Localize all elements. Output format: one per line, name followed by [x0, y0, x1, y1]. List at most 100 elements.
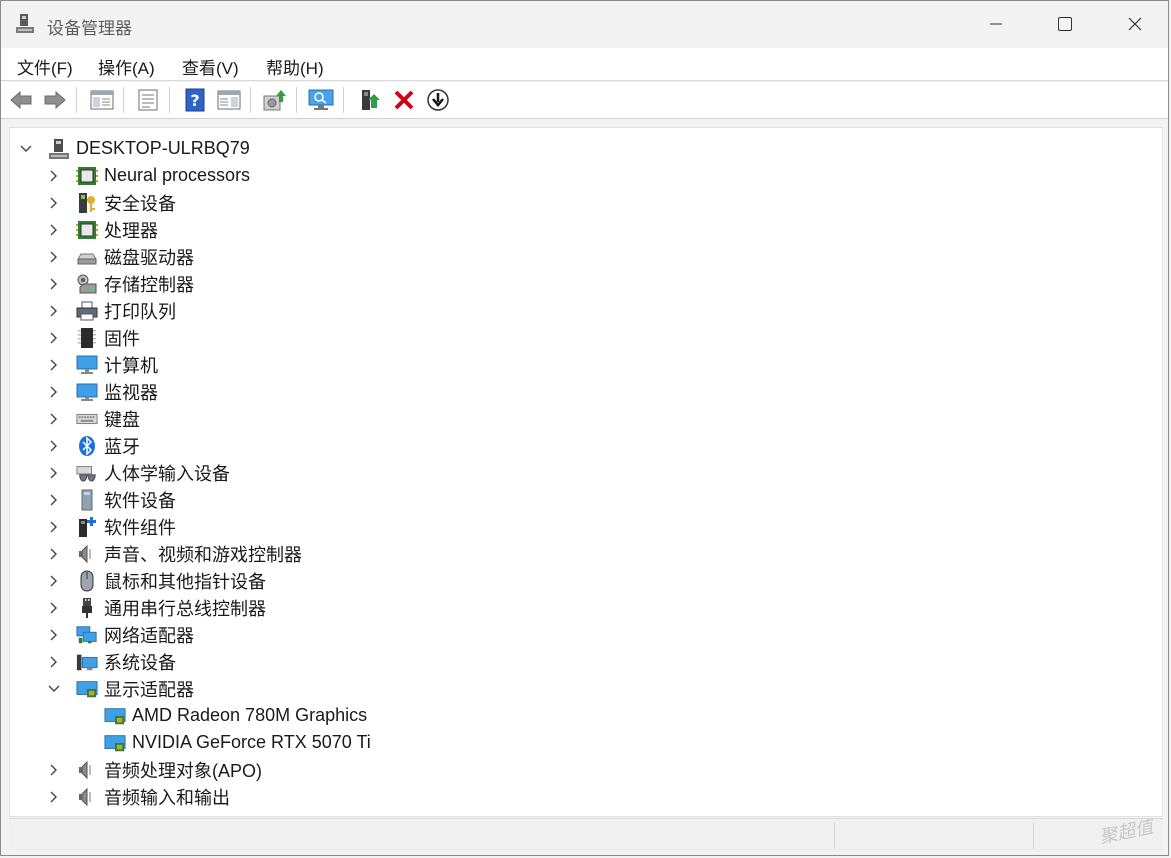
help-icon[interactable]: ?	[181, 86, 209, 114]
monitor-icon	[76, 381, 98, 403]
device-nvidia-geforce[interactable]: NVIDIA GeForce RTX 5070 Ti	[104, 729, 371, 756]
network-adapter-icon	[76, 624, 98, 646]
device-label: AMD Radeon 780M Graphics	[132, 705, 368, 725]
show-hide-console-tree-icon[interactable]	[88, 86, 116, 114]
device-amd-radeon[interactable]: AMD Radeon 780M Graphics	[104, 702, 367, 729]
update-driver-icon[interactable]	[261, 86, 289, 114]
security-device-icon	[76, 192, 98, 214]
device-manager-window: 设备管理器 文件(F) 操作(A) 查看(V) 帮助(H) ? DESKTOP-…	[0, 0, 1169, 856]
menu-help[interactable]: 帮助(H)	[264, 54, 326, 79]
tree-item-bluetooth[interactable]: 蓝牙	[46, 432, 140, 459]
chevron-right-icon[interactable]	[46, 546, 62, 562]
tree-item-storage-controllers[interactable]: 存储控制器	[46, 270, 194, 297]
device-tree: DESKTOP-ULRBQ79 Neural processors 安全设备 处…	[9, 127, 1163, 817]
menu-file[interactable]: 文件(F)	[15, 54, 75, 79]
storage-controller-icon	[76, 273, 98, 295]
tree-item-label: 人体学输入设备	[104, 463, 230, 484]
tree-item-usb-controllers[interactable]: 通用串行总线控制器	[46, 594, 266, 621]
chevron-right-icon[interactable]	[46, 654, 62, 670]
chevron-right-icon[interactable]	[46, 303, 62, 319]
chevron-right-icon[interactable]	[46, 573, 62, 589]
enable-device-icon[interactable]	[356, 86, 384, 114]
close-button[interactable]	[1100, 1, 1170, 47]
tree-item-software-devices[interactable]: 软件设备	[46, 486, 176, 513]
chevron-right-icon[interactable]	[46, 627, 62, 643]
forward-arrow-icon[interactable]	[41, 86, 69, 114]
maximize-button[interactable]	[1030, 1, 1100, 47]
chevron-right-icon[interactable]	[46, 222, 62, 238]
chevron-right-icon[interactable]	[46, 789, 62, 805]
back-arrow-icon[interactable]	[7, 86, 35, 114]
menu-view[interactable]: 查看(V)	[180, 54, 241, 79]
uninstall-device-icon[interactable]	[390, 86, 418, 114]
computer-root-icon	[48, 138, 70, 160]
watermark-text: 聚超值	[1097, 816, 1155, 848]
speaker-icon	[76, 786, 98, 808]
tree-item-system-devices[interactable]: 系统设备	[46, 648, 176, 675]
usb-icon	[76, 597, 98, 619]
menu-action[interactable]: 操作(A)	[96, 54, 157, 79]
properties-icon[interactable]	[134, 86, 162, 114]
chevron-right-icon[interactable]	[46, 195, 62, 211]
tree-item-network-adapters[interactable]: 网络适配器	[46, 621, 194, 648]
chevron-right-icon[interactable]	[46, 330, 62, 346]
tree-item-audio-inputs-outputs[interactable]: 音频输入和输出	[46, 783, 230, 810]
tree-item-security-devices[interactable]: 安全设备	[46, 189, 176, 216]
svg-text:?: ?	[190, 91, 199, 110]
tree-item-print-queues[interactable]: 打印队列	[46, 297, 176, 324]
tree-item-display-adapters[interactable]: 显示适配器	[46, 675, 194, 702]
menu-bar: 文件(F) 操作(A) 查看(V) 帮助(H)	[1, 48, 1168, 81]
tree-item-label: 软件组件	[104, 517, 176, 538]
tree-item-label: 存储控制器	[104, 274, 194, 295]
tree-item-computer[interactable]: 计算机	[46, 351, 158, 378]
chevron-right-icon[interactable]	[46, 168, 62, 184]
title-bar: 设备管理器	[1, 1, 1168, 47]
chevron-right-icon[interactable]	[46, 384, 62, 400]
status-divider	[1033, 823, 1034, 849]
disable-device-icon[interactable]	[424, 86, 452, 114]
device-label: NVIDIA GeForce RTX 5070 Ti	[132, 732, 371, 752]
tree-item-software-components[interactable]: 软件组件	[46, 513, 176, 540]
tree-item-label: 固件	[104, 328, 140, 349]
tree-item-sound-video-game[interactable]: 声音、视频和游戏控制器	[46, 540, 302, 567]
tree-item-hid[interactable]: 人体学输入设备	[46, 459, 230, 486]
tree-item-neural-processors[interactable]: Neural processors	[46, 162, 250, 189]
mouse-icon	[76, 570, 98, 592]
tree-root[interactable]: DESKTOP-ULRBQ79	[18, 135, 250, 162]
action-pane-icon[interactable]	[215, 86, 243, 114]
tree-item-label: 系统设备	[104, 652, 176, 673]
chevron-down-icon[interactable]	[18, 141, 34, 157]
chevron-right-icon[interactable]	[46, 276, 62, 292]
tree-item-processors[interactable]: 处理器	[46, 216, 158, 243]
chevron-right-icon[interactable]	[46, 762, 62, 778]
tree-item-label: Neural processors	[104, 165, 251, 185]
tree-item-disk-drives[interactable]: 磁盘驱动器	[46, 243, 194, 270]
tree-item-label: 显示适配器	[104, 679, 194, 700]
chevron-down-icon[interactable]	[46, 681, 62, 697]
tree-item-audio-processing-objects[interactable]: 音频处理对象(APO)	[46, 756, 262, 783]
tree-item-label: 音频处理对象(APO)	[104, 760, 263, 781]
chevron-right-icon[interactable]	[46, 600, 62, 616]
window-title: 设备管理器	[47, 19, 132, 38]
minimize-button[interactable]	[961, 1, 1031, 47]
chevron-right-icon[interactable]	[46, 465, 62, 481]
tree-item-monitors[interactable]: 监视器	[46, 378, 158, 405]
tree-item-label: 监视器	[104, 382, 158, 403]
chevron-right-icon[interactable]	[46, 492, 62, 508]
tree-item-label: 通用串行总线控制器	[104, 598, 266, 619]
tree-item-mice[interactable]: 鼠标和其他指针设备	[46, 567, 266, 594]
tree-item-label: 蓝牙	[104, 436, 140, 457]
chevron-right-icon[interactable]	[46, 249, 62, 265]
scan-hardware-icon[interactable]	[308, 86, 336, 114]
chevron-right-icon[interactable]	[46, 519, 62, 535]
tree-item-label: 软件设备	[104, 490, 176, 511]
tree-item-keyboards[interactable]: 键盘	[46, 405, 140, 432]
tree-item-firmware[interactable]: 固件	[46, 324, 140, 351]
disk-drive-icon	[76, 246, 98, 268]
toolbar: ?	[1, 82, 1168, 119]
chevron-right-icon[interactable]	[46, 438, 62, 454]
display-adapter-icon	[76, 678, 98, 700]
chevron-right-icon[interactable]	[46, 411, 62, 427]
chevron-right-icon[interactable]	[46, 357, 62, 373]
speaker-icon	[76, 543, 98, 565]
